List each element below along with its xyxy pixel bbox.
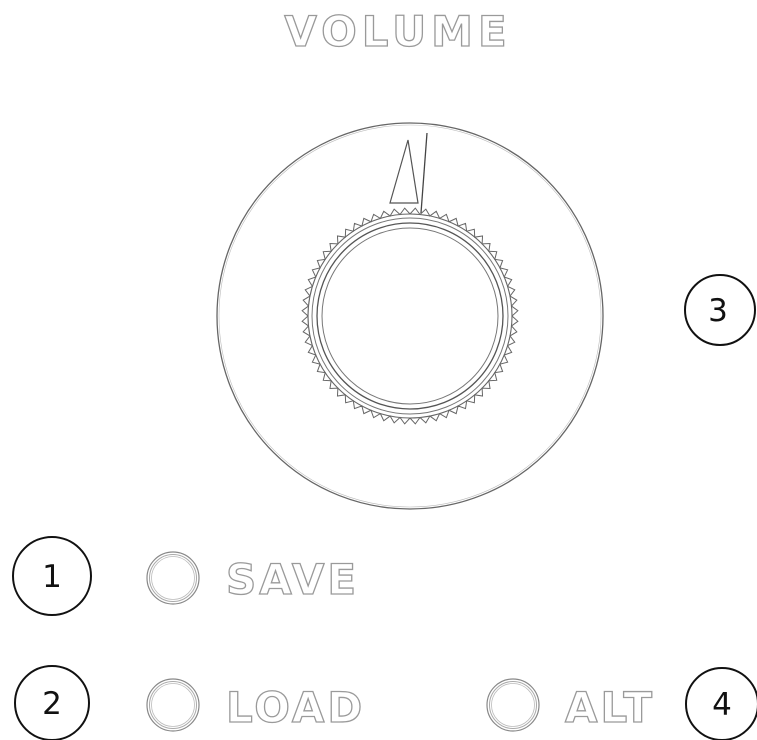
knob-cap: [321, 227, 499, 405]
callout-2-number: 2: [42, 686, 62, 722]
callout-2: 2: [14, 665, 90, 740]
knob-skirt-outer: [307, 213, 513, 419]
volume-label: VOLUME: [284, 7, 511, 56]
callout-4-number: 4: [712, 687, 732, 723]
callout-3-number: 3: [708, 293, 728, 329]
volume-panel-diagram: VOLUME SAVE LOAD ALT 1 2 3 4: [12, 6, 757, 740]
save-label: SAVE: [226, 555, 359, 604]
knob-cap-outer: [316, 222, 504, 410]
callout-4: 4: [685, 667, 757, 740]
knob-skirt-ring: [311, 217, 509, 415]
knob-knurl-edge: [301, 207, 519, 425]
callout-1-number: 1: [42, 559, 62, 595]
volume-knob[interactable]: [301, 207, 519, 425]
save-button[interactable]: [146, 551, 200, 605]
alt-label: ALT: [565, 683, 655, 732]
load-button[interactable]: [146, 678, 200, 732]
callout-1: 1: [12, 536, 92, 616]
alt-button[interactable]: [486, 678, 540, 732]
knob-dial-ring-inner-edge: [218, 124, 602, 508]
callout-3: 3: [684, 274, 756, 346]
load-label: LOAD: [226, 683, 365, 732]
knob-indicator-line: [420, 132, 428, 214]
knob-pointer-icon: [389, 139, 419, 204]
